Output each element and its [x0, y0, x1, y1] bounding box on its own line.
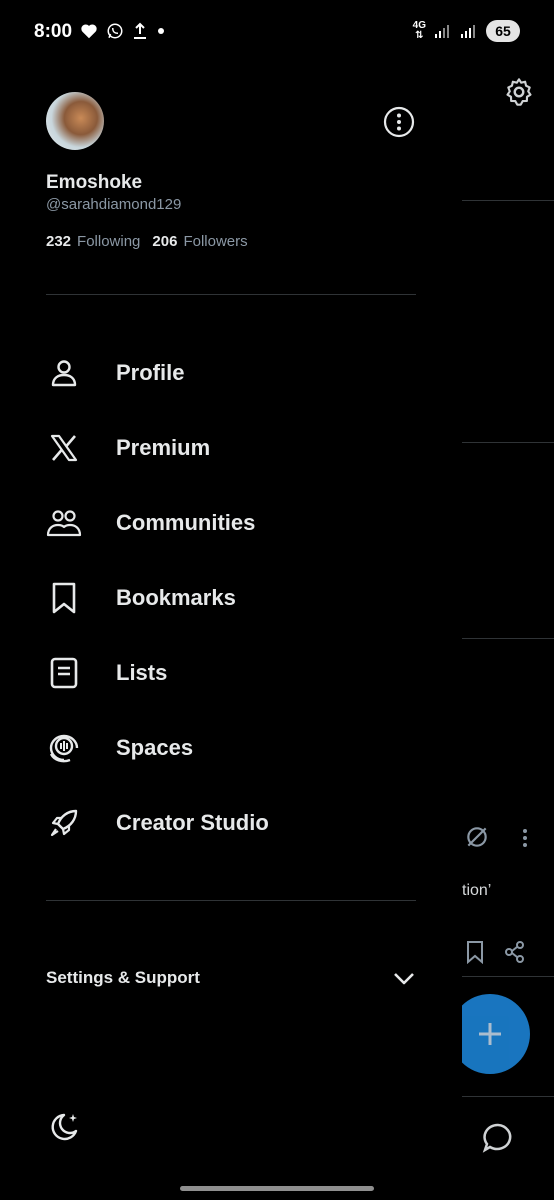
navigation-drawer: Emoshoke @sarahdiamond129 232 Following 2… — [0, 64, 462, 1200]
menu-item-lists[interactable]: Lists — [46, 635, 416, 710]
chat-bubble-icon[interactable] — [480, 1120, 516, 1156]
x-logo-icon — [46, 430, 82, 466]
more-options-icon[interactable] — [383, 106, 415, 138]
communities-icon — [46, 505, 82, 541]
notification-icons — [80, 22, 166, 40]
divider — [46, 294, 416, 295]
following-label: Following — [77, 233, 141, 250]
menu-item-label: Profile — [116, 359, 185, 385]
signal-icon-2 — [461, 25, 475, 38]
menu-item-label: Spaces — [116, 734, 194, 760]
home-indicator[interactable] — [180, 1186, 374, 1191]
chevron-down-icon — [394, 973, 414, 985]
bookmark-icon — [46, 580, 82, 616]
menu-item-spaces[interactable]: Spaces — [46, 710, 416, 785]
person-icon — [46, 355, 82, 391]
menu-item-label: Bookmarks — [116, 584, 236, 610]
spaces-icon — [46, 730, 82, 766]
settings-support-label: Settings & Support — [46, 968, 200, 987]
followers-link[interactable]: 206 Followers — [152, 233, 247, 250]
upload-icon — [134, 22, 146, 39]
data-arrows-icon: ⇅ — [415, 30, 424, 41]
display-name[interactable]: Emoshoke — [46, 172, 142, 194]
status-time: 8:00 — [34, 21, 73, 42]
following-count: 232 — [46, 233, 72, 250]
followers-count: 206 — [152, 233, 178, 250]
user-handle: @sarahdiamond129 — [46, 196, 182, 213]
network-label: 4G ⇅ — [413, 21, 426, 41]
plus-icon — [479, 1023, 501, 1045]
circle-slash-icon — [467, 827, 487, 847]
bg-divider — [460, 976, 554, 977]
bg-divider — [460, 442, 554, 443]
menu-item-label: Communities — [116, 509, 256, 535]
menu-item-profile[interactable]: Profile — [46, 335, 416, 410]
battery-badge: 65 — [486, 20, 520, 42]
menu-item-premium[interactable]: Premium — [46, 410, 416, 485]
status-bar: 8:00 4G ⇅ 65 — [0, 0, 554, 64]
rocket-icon — [46, 805, 82, 841]
menu-item-label: Premium — [116, 434, 211, 460]
menu-item-communities[interactable]: Communities — [46, 485, 416, 560]
avatar[interactable] — [46, 92, 104, 150]
settings-support-toggle[interactable]: Settings & Support — [46, 960, 416, 996]
bg-divider — [460, 200, 554, 201]
more-vertical-icon — [523, 829, 527, 847]
follow-stats: 232 Following 206 Followers — [46, 233, 248, 250]
status-right: 4G ⇅ 65 — [413, 20, 520, 42]
share-icon — [505, 941, 524, 963]
list-icon — [46, 655, 82, 691]
followers-label: Followers — [183, 233, 248, 250]
gear-icon[interactable] — [503, 76, 535, 108]
bookmark-icon — [467, 941, 483, 964]
following-link[interactable]: 232 Following — [46, 233, 140, 250]
dot-icon — [158, 28, 164, 34]
bg-divider — [460, 638, 554, 639]
bg-tweet-snippet: tion’ — [462, 882, 492, 899]
heart-icon — [81, 24, 97, 39]
menu-item-bookmarks[interactable]: Bookmarks — [46, 560, 416, 635]
menu-item-label: Lists — [116, 659, 168, 685]
menu-item-creator-studio[interactable]: Creator Studio — [46, 785, 416, 860]
moon-icon[interactable] — [46, 1109, 82, 1145]
signal-icon — [435, 25, 449, 38]
whatsapp-icon — [107, 23, 123, 39]
compose-fab[interactable] — [450, 994, 530, 1074]
bg-divider — [460, 1096, 554, 1097]
drawer-menu: Profile Premium Communities Bookmarks Li… — [46, 335, 416, 860]
divider — [46, 900, 416, 901]
menu-item-label: Creator Studio — [116, 809, 269, 835]
screen: 8:00 4G ⇅ 65 tion’ Emoshoke @sarahdiamon… — [0, 0, 554, 1200]
